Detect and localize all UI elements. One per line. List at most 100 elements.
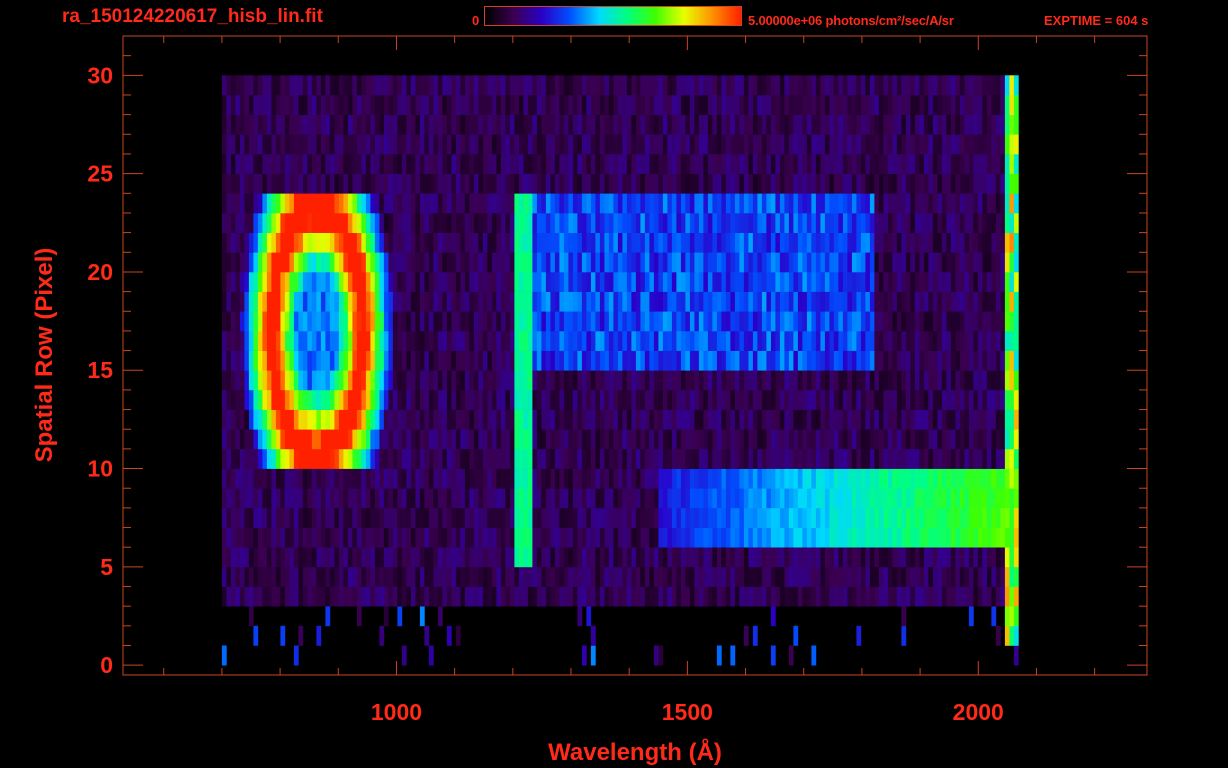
heatmap-cell (631, 193, 637, 214)
heatmap-cell (662, 330, 668, 351)
heatmap-cell (455, 625, 461, 646)
heatmap-cell (784, 114, 790, 135)
heatmap-cell (509, 507, 515, 528)
heatmap-cell (635, 547, 641, 568)
heatmap-cell (968, 429, 974, 450)
heatmap-cell (793, 488, 799, 509)
heatmap-cell (878, 271, 884, 292)
heatmap-cell (329, 330, 335, 351)
heatmap-cell (293, 213, 299, 233)
heatmap-cell (811, 350, 817, 371)
heatmap-cell (257, 95, 263, 115)
heatmap-cell (289, 350, 295, 371)
heatmap-cell (595, 95, 601, 115)
heatmap-cell (532, 507, 538, 528)
heatmap-cell (581, 527, 587, 548)
heatmap-cell (986, 134, 992, 155)
heatmap-cell (869, 95, 875, 115)
heatmap-cell (919, 507, 925, 528)
heatmap-cell (896, 350, 902, 371)
heatmap-cell (1009, 271, 1015, 292)
heatmap-cell (874, 448, 880, 469)
heatmap-cell (887, 95, 893, 115)
heatmap-cell (928, 527, 934, 548)
heatmap-cell (847, 429, 853, 450)
heatmap-cell (901, 488, 907, 509)
heatmap-cell (433, 429, 439, 450)
heatmap-cell (622, 114, 628, 135)
heatmap-cell (496, 468, 502, 489)
heatmap-cell (770, 154, 776, 174)
heatmap-cell (388, 429, 394, 450)
heatmap-cell (482, 134, 488, 155)
heatmap-cell (968, 134, 974, 155)
heatmap-cell (716, 370, 722, 391)
heatmap-cell (437, 95, 443, 115)
heatmap-cell (851, 586, 857, 607)
heatmap-cell (635, 114, 641, 135)
heatmap-cell (941, 75, 947, 96)
heatmap-cell (505, 173, 511, 194)
heatmap-cell (941, 173, 947, 194)
heatmap-cell (874, 193, 880, 214)
heatmap-cell (973, 507, 979, 528)
heatmap-cell (649, 350, 655, 371)
heatmap-cell (973, 75, 979, 96)
heatmap-cell (343, 252, 349, 273)
heatmap-cell (248, 75, 254, 96)
heatmap-cell (932, 213, 938, 233)
heatmap-cell (437, 134, 443, 155)
heatmap-cell (491, 95, 497, 115)
heatmap-cell (928, 448, 934, 469)
heatmap-cell (968, 114, 974, 135)
heatmap-cell (883, 291, 889, 312)
heatmap-cell (347, 114, 353, 135)
heatmap-cell (275, 134, 281, 155)
heatmap-cell (334, 173, 340, 194)
heatmap-cell (824, 468, 830, 489)
heatmap-cell (896, 547, 902, 568)
heatmap-cell (230, 468, 236, 489)
heatmap-cell (734, 547, 740, 568)
heatmap-cell (973, 173, 979, 194)
heatmap-cell (325, 370, 331, 391)
heatmap-cell (554, 154, 560, 174)
heatmap-cell (415, 330, 421, 351)
heatmap-cell (577, 95, 583, 115)
heatmap-cell (239, 488, 245, 509)
heatmap-cell (757, 448, 763, 469)
heatmap-cell (667, 173, 673, 194)
heatmap-cell (496, 154, 502, 174)
heatmap-cell (608, 252, 614, 273)
heatmap-cell (806, 75, 812, 96)
heatmap-cell (401, 213, 407, 233)
heatmap-cell (847, 468, 853, 489)
heatmap-cell (986, 193, 992, 214)
heatmap-cell (748, 488, 754, 509)
heatmap-cell (284, 389, 290, 410)
heatmap-cell (973, 114, 979, 135)
heatmap-cell (397, 370, 403, 391)
heatmap-cell (586, 606, 592, 627)
heatmap-cell (419, 193, 425, 214)
heatmap-cell (505, 566, 511, 587)
heatmap-cell (649, 173, 655, 194)
heatmap-cell (568, 507, 574, 528)
heatmap-cell (914, 370, 920, 391)
heatmap-cell (455, 291, 461, 312)
heatmap-cell (329, 389, 335, 410)
heatmap-cell (374, 134, 380, 155)
heatmap-cell (887, 429, 893, 450)
heatmap-cell (293, 409, 299, 430)
heatmap-cell (986, 409, 992, 430)
heatmap-cell (829, 114, 835, 135)
heatmap-cell (667, 350, 673, 371)
heatmap-cell (815, 114, 821, 135)
heatmap-cell (352, 173, 358, 194)
heatmap-cell (433, 134, 439, 155)
heatmap-cell (743, 488, 749, 509)
heatmap-cell (788, 213, 794, 233)
heatmap-cell (797, 586, 803, 607)
heatmap-cell (329, 409, 335, 430)
heatmap-cell (658, 547, 664, 568)
